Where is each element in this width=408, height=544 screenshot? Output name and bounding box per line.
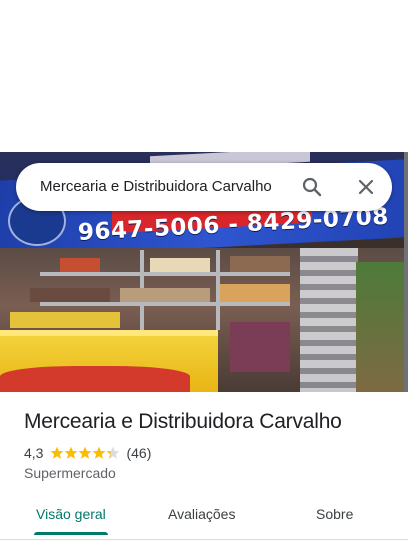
search-icon[interactable] (300, 175, 324, 199)
photo-rack (300, 248, 358, 392)
photo-goods (230, 322, 290, 372)
star-icon (79, 446, 92, 459)
scrollbar[interactable] (404, 152, 408, 392)
blank-header-area (0, 0, 408, 152)
place-category[interactable]: Supermercado (24, 465, 116, 481)
rating-value: 4,3 (24, 445, 44, 461)
photo-rack-right (356, 262, 404, 392)
search-input[interactable]: Mercearia e Distribuidora Carvalho (40, 178, 272, 195)
star-icon (107, 446, 120, 459)
photo-goods (220, 284, 290, 302)
star-rating (50, 446, 120, 460)
photo-goods (150, 258, 210, 272)
tab-overview[interactable]: Visão geral (36, 506, 106, 522)
photo-shelf (40, 302, 290, 306)
divider (0, 539, 408, 540)
star-icon (93, 446, 106, 459)
close-icon[interactable] (354, 175, 378, 199)
search-bar[interactable]: Mercearia e Distribuidora Carvalho (16, 163, 392, 211)
photo-goods (230, 256, 290, 272)
tab-bar: Visão geral Avaliações Sobre (0, 496, 408, 544)
photo-goods (30, 288, 110, 302)
review-count[interactable]: (46) (126, 445, 151, 461)
tab-reviews[interactable]: Avaliações (168, 506, 235, 522)
tab-about[interactable]: Sobre (316, 506, 353, 522)
photo-goods (120, 288, 210, 302)
photo-freezer-logo (0, 366, 190, 392)
rating-row[interactable]: 4,3 (46) (24, 444, 151, 462)
star-icon (65, 446, 78, 459)
star-icon (51, 446, 64, 459)
active-tab-indicator (34, 532, 108, 535)
photo-goods (10, 312, 120, 328)
place-title: Mercearia e Distribuidora Carvalho (24, 410, 342, 433)
photo-goods (60, 258, 100, 272)
photo-shelf (40, 272, 290, 276)
